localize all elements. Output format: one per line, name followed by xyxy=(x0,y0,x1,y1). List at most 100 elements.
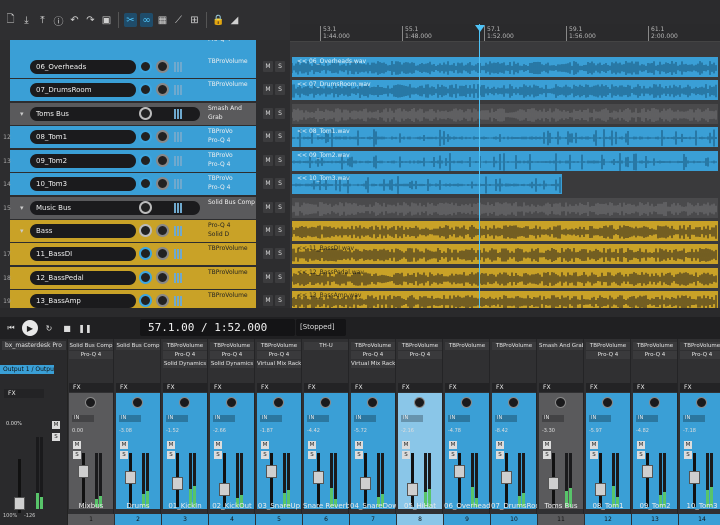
track-header[interactable]: 07_DrumsRoom TBProVolume M S xyxy=(0,79,290,101)
channel-name[interactable]: Drums xyxy=(115,501,161,512)
go-to-start-icon[interactable]: ⏮ xyxy=(4,321,18,335)
fx-button[interactable]: FX xyxy=(351,383,395,392)
input-select[interactable]: IN xyxy=(307,415,329,422)
audio-clip[interactable]: << 11_BassDI.wav xyxy=(292,244,718,264)
track-header[interactable]: 14 10_Tom3 TBProVo Pro-Q 4 MS xyxy=(0,173,290,195)
insert-slot[interactable] xyxy=(539,360,583,368)
insert-slot[interactable]: TBProVolume xyxy=(492,342,536,350)
fx-button[interactable]: FX xyxy=(257,383,301,392)
track-volume-knob[interactable] xyxy=(139,154,152,167)
time-position-display[interactable]: 57.1.00 / 1:52.000 xyxy=(140,319,295,336)
track-pan-knob[interactable] xyxy=(156,271,169,284)
input-select[interactable]: IN xyxy=(495,415,517,422)
insert-slot[interactable] xyxy=(69,360,113,368)
track-solo-button[interactable]: S xyxy=(275,295,285,306)
play-button[interactable]: ▶ xyxy=(22,320,38,336)
track-pan-knob[interactable] xyxy=(156,60,169,73)
insert-slot[interactable]: TBProVolume xyxy=(257,342,301,350)
track-pan-knob[interactable] xyxy=(156,177,169,190)
master-mute-button[interactable]: M xyxy=(52,421,60,429)
fx-button[interactable]: FX xyxy=(398,383,442,392)
solo-button[interactable]: S xyxy=(355,451,363,459)
solo-button[interactable]: S xyxy=(73,451,81,459)
track-header[interactable]: 13 09_Tom2 TBProVo Pro-Q 4 MS xyxy=(0,150,290,172)
fx-button[interactable]: FX xyxy=(586,383,630,392)
arrange-lane[interactable]: << 12_BassPedal.wav xyxy=(290,267,720,289)
mute-button[interactable]: M xyxy=(73,441,81,449)
fader-cap[interactable] xyxy=(407,483,418,496)
input-select[interactable]: IN xyxy=(260,415,282,422)
pan-knob[interactable] xyxy=(649,397,660,408)
track-header[interactable]: Pro-Q 4 xyxy=(0,40,290,56)
insert-slot[interactable]: Pro-Q 4 xyxy=(680,351,720,359)
input-select[interactable]: IN xyxy=(589,415,611,422)
track-insert-slot-2[interactable]: Solid D xyxy=(208,230,256,239)
solo-button[interactable]: S xyxy=(496,451,504,459)
channel-name[interactable]: 09_Tom2 xyxy=(632,501,678,512)
arrange-lane[interactable] xyxy=(290,42,720,56)
track-mute-button[interactable]: M xyxy=(263,202,273,213)
insert-slot[interactable]: Pro-Q 4 xyxy=(586,351,630,359)
audio-clip[interactable]: << 10_Tom3.wav xyxy=(292,174,562,194)
insert-slot[interactable]: Pro-Q 4 xyxy=(633,351,677,359)
track-solo-button[interactable]: S xyxy=(275,108,285,119)
solo-button[interactable]: S xyxy=(214,451,222,459)
track-volume-knob[interactable] xyxy=(139,107,152,120)
master-fader-cap[interactable] xyxy=(14,497,25,510)
track-pan-knob[interactable] xyxy=(156,247,169,260)
playhead-marker[interactable] xyxy=(475,25,485,32)
pan-knob[interactable] xyxy=(273,397,284,408)
track-volume-knob[interactable] xyxy=(139,247,152,260)
insert-slot[interactable] xyxy=(492,360,536,368)
track-header[interactable]: 12 08_Tom1 TBProVo Pro-Q 4 MS xyxy=(0,126,290,148)
fx-button[interactable]: FX xyxy=(304,383,348,392)
grid-icon[interactable]: ▦ xyxy=(156,13,169,27)
fader-cap[interactable] xyxy=(454,465,465,478)
track-insert-slot[interactable]: Solid Bus Comp xyxy=(208,198,256,207)
mute-button[interactable]: M xyxy=(261,441,269,449)
channel-name[interactable]: 04_SnareDown xyxy=(350,501,396,512)
insert-slot[interactable]: Virtual Mix Rack xyxy=(351,360,395,368)
lock-icon[interactable]: 🔒 xyxy=(212,13,225,27)
solo-button[interactable]: S xyxy=(261,451,269,459)
track-volume-knob[interactable] xyxy=(139,177,152,190)
track-mute-button[interactable]: M xyxy=(263,155,273,166)
channel-name[interactable]: 02_KickOut xyxy=(209,501,255,512)
track-mute-button[interactable]: M xyxy=(263,225,273,236)
mute-button[interactable]: M xyxy=(496,441,504,449)
mute-button[interactable]: M xyxy=(214,441,222,449)
audio-clip[interactable] xyxy=(292,221,718,241)
mute-button[interactable]: M xyxy=(308,441,316,449)
track-solo-button[interactable]: S xyxy=(275,178,285,189)
solo-button[interactable]: S xyxy=(543,451,551,459)
track-solo-button[interactable]: S xyxy=(275,84,285,95)
track-mute-button[interactable]: M xyxy=(263,295,273,306)
insert-slot[interactable]: TBProVolume xyxy=(633,342,677,350)
track-insert-slot[interactable]: TBProVolume xyxy=(208,57,256,66)
fader-track[interactable] xyxy=(82,453,85,507)
track-insert-slot[interactable]: TBProVo xyxy=(208,174,256,183)
insert-slot[interactable]: TBProVolume xyxy=(586,342,630,350)
track-name-field[interactable]: 13_BassAmp xyxy=(30,294,136,308)
fader-cap[interactable] xyxy=(642,465,653,478)
fader-cap[interactable] xyxy=(172,477,183,490)
folder-expand-icon[interactable]: ▾ xyxy=(20,110,24,118)
track-volume-knob[interactable] xyxy=(139,201,152,214)
input-select[interactable]: IN xyxy=(354,415,376,422)
pan-knob[interactable] xyxy=(85,397,96,408)
fx-button[interactable]: FX xyxy=(492,383,536,392)
track-solo-button[interactable]: S xyxy=(275,225,285,236)
fader-cap[interactable] xyxy=(548,477,559,490)
track-volume-knob[interactable] xyxy=(139,271,152,284)
track-insert-slot[interactable]: TBProVo xyxy=(208,151,256,160)
track-mute-button[interactable]: M xyxy=(263,108,273,119)
audio-clip[interactable]: << 06_Overheads.wav xyxy=(292,57,718,77)
fx-button[interactable]: FX xyxy=(539,383,583,392)
pan-knob[interactable] xyxy=(508,397,519,408)
mute-button[interactable]: M xyxy=(402,441,410,449)
insert-slot[interactable] xyxy=(633,360,677,368)
track-volume-knob[interactable] xyxy=(139,130,152,143)
track-mute-button[interactable]: M xyxy=(263,61,273,72)
track-volume-knob[interactable] xyxy=(139,294,152,307)
track-solo-button[interactable]: S xyxy=(275,155,285,166)
